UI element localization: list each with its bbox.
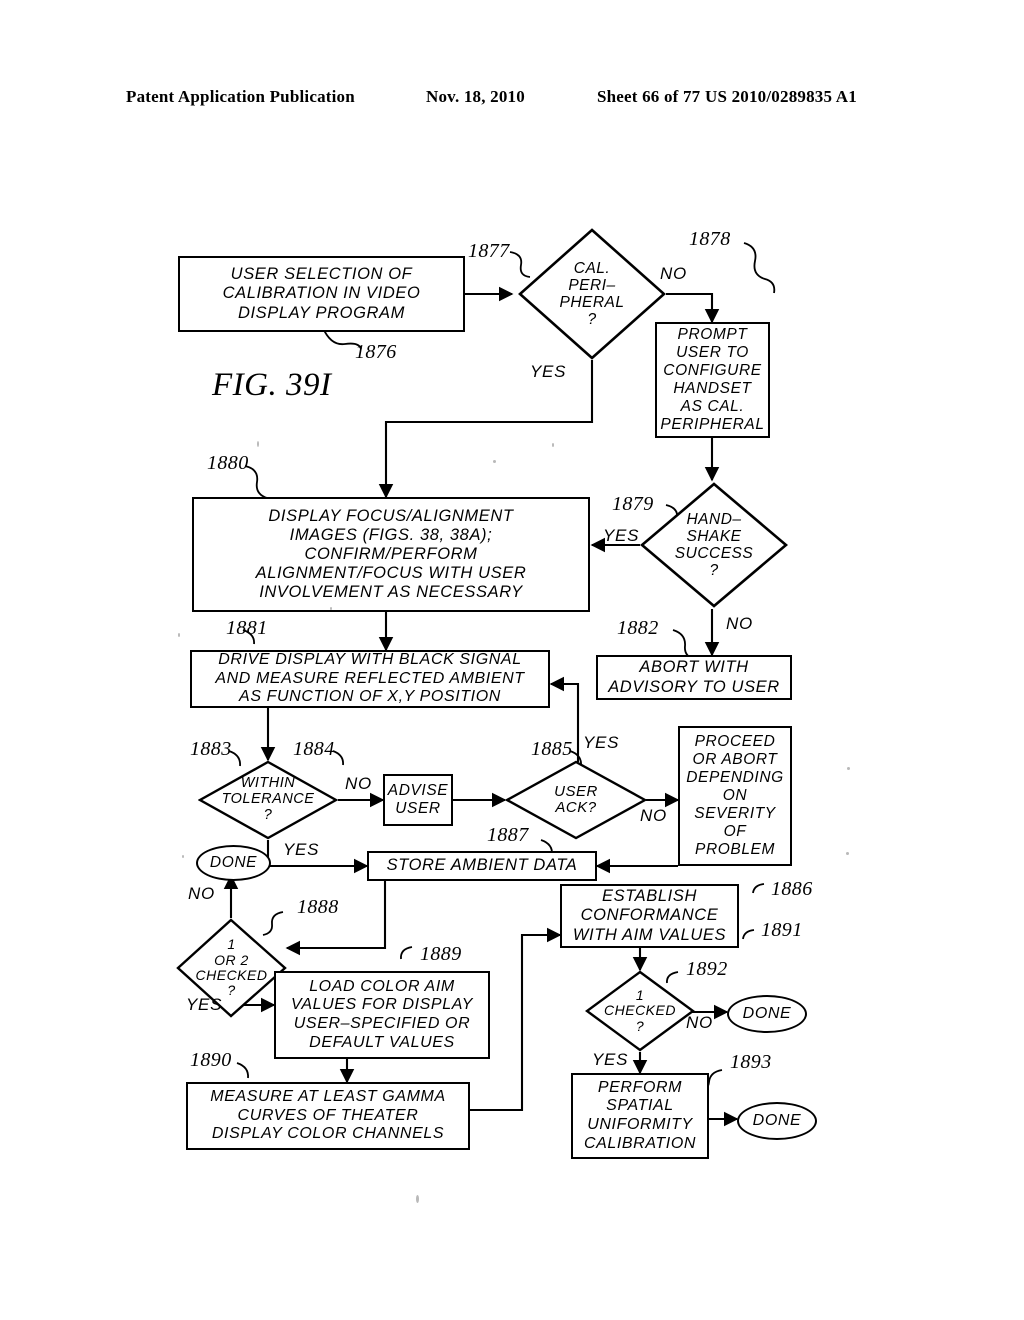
scan-speck bbox=[847, 767, 850, 770]
node-abort-advisory[interactable]: ABORT WITH ADVISORY TO USER bbox=[596, 655, 792, 700]
edge-label-cal-yes: YES bbox=[530, 362, 567, 381]
terminator-done-tolerance[interactable]: DONE bbox=[196, 845, 271, 881]
flowchart-diagram: USER SELECTION OF CALIBRATION IN VIDEO D… bbox=[0, 0, 1024, 1320]
scan-speck bbox=[330, 607, 332, 610]
terminator-done-one-checked[interactable]: DONE bbox=[727, 995, 807, 1033]
refnum-1879: 1879 bbox=[612, 493, 654, 515]
node-within-tolerance-label: WITHIN TOLERANCE ? bbox=[221, 775, 315, 823]
scan-speck bbox=[552, 443, 554, 447]
node-store-ambient-data[interactable]: STORE AMBIENT DATA bbox=[367, 851, 597, 881]
node-drive-display[interactable]: DRIVE DISPLAY WITH BLACK SIGNAL AND MEAS… bbox=[190, 650, 550, 708]
node-load-color-aim-values[interactable]: LOAD COLOR AIM VALUES FOR DISPLAY USER–S… bbox=[274, 971, 490, 1059]
refnum-1887: 1887 bbox=[487, 824, 529, 846]
edge-label-tolerance-no: NO bbox=[345, 774, 372, 793]
refnum-1890: 1890 bbox=[190, 1049, 232, 1071]
node-advise-user[interactable]: ADVISE USER bbox=[383, 774, 453, 826]
scan-speck bbox=[846, 852, 849, 855]
edge-label-checked1-no: NO bbox=[686, 1013, 713, 1032]
edge-label-checked12-no: NO bbox=[188, 884, 215, 903]
refnum-1882: 1882 bbox=[617, 617, 659, 639]
edge-label-checked12-yes: YES bbox=[186, 995, 223, 1014]
refnum-1876: 1876 bbox=[355, 341, 397, 363]
refnum-1881: 1881 bbox=[226, 617, 268, 639]
edge-label-tolerance-yes: YES bbox=[283, 840, 320, 859]
edge-label-checked1-yes: YES bbox=[592, 1050, 629, 1069]
refnum-1883: 1883 bbox=[190, 738, 232, 760]
refnum-1888: 1888 bbox=[297, 896, 339, 918]
refnum-1885: 1885 bbox=[531, 738, 573, 760]
node-handshake-success-label: HAND– SHAKE SUCCESS ? bbox=[674, 510, 754, 580]
node-one-checked-label: 1 CHECKED ? bbox=[604, 986, 676, 1034]
node-one-checked[interactable]: 1 CHECKED ? bbox=[585, 970, 695, 1052]
terminator-done-spatial[interactable]: DONE bbox=[737, 1102, 817, 1140]
refnum-1892: 1892 bbox=[686, 958, 728, 980]
node-display-focus-alignment[interactable]: DISPLAY FOCUS/ALIGNMENT IMAGES (FIGS. 38… bbox=[192, 497, 590, 612]
node-within-tolerance[interactable]: WITHIN TOLERANCE ? bbox=[198, 760, 338, 840]
scan-speck bbox=[257, 441, 259, 447]
node-user-selection[interactable]: USER SELECTION OF CALIBRATION IN VIDEO D… bbox=[178, 256, 465, 332]
refnum-1877: 1877 bbox=[468, 240, 510, 262]
edge-label-handshake-no: NO bbox=[726, 614, 753, 633]
edge-label-handshake-yes: YES bbox=[603, 526, 640, 545]
node-proceed-or-abort[interactable]: PROCEED OR ABORT DEPENDING ON SEVERITY O… bbox=[678, 726, 792, 866]
refnum-1893: 1893 bbox=[730, 1051, 772, 1073]
node-handshake-success[interactable]: HAND– SHAKE SUCCESS ? bbox=[640, 482, 788, 608]
node-measure-gamma-curves[interactable]: MEASURE AT LEAST GAMMA CURVES OF THEATER… bbox=[186, 1082, 470, 1150]
refnum-1891: 1891 bbox=[761, 919, 803, 941]
scan-speck bbox=[493, 460, 496, 463]
node-perform-spatial-uniformity[interactable]: PERFORM SPATIAL UNIFORMITY CALIBRATION bbox=[571, 1073, 709, 1159]
node-cal-peripheral[interactable]: CAL. PERI– PHERAL ? bbox=[518, 228, 666, 360]
refnum-1889: 1889 bbox=[420, 943, 462, 965]
edge-label-cal-no: NO bbox=[660, 264, 687, 283]
node-prompt-user[interactable]: PROMPT USER TO CONFIGURE HANDSET AS CAL.… bbox=[655, 322, 770, 438]
refnum-1884: 1884 bbox=[293, 738, 335, 760]
edge-label-ack-no: NO bbox=[640, 806, 667, 825]
edge-label-ack-yes: YES bbox=[583, 733, 620, 752]
node-cal-peripheral-label: CAL. PERI– PHERAL ? bbox=[559, 259, 625, 329]
scan-speck bbox=[416, 1195, 419, 1203]
refnum-1878: 1878 bbox=[689, 228, 731, 250]
scan-speck bbox=[182, 855, 184, 858]
refnum-1880: 1880 bbox=[207, 452, 249, 474]
refnum-1886: 1886 bbox=[771, 878, 813, 900]
scan-speck bbox=[178, 633, 180, 637]
node-establish-conformance[interactable]: ESTABLISH CONFORMANCE WITH AIM VALUES bbox=[560, 884, 739, 948]
